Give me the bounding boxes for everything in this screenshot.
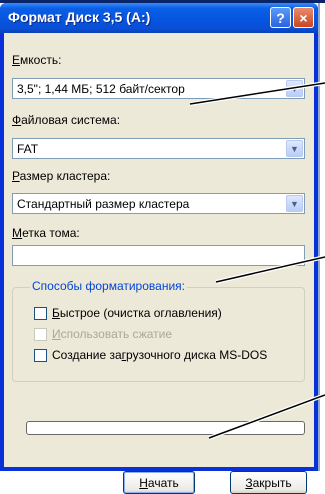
chevron-down-icon[interactable]: ▼ (286, 195, 303, 212)
compression-label: Использовать сжатие (52, 327, 173, 341)
close-button[interactable]: Закрыть (230, 471, 307, 494)
help-button[interactable]: ? (270, 7, 291, 28)
filesystem-value: FAT (17, 142, 39, 156)
quick-format-checkbox[interactable]: Быстрое (очистка оглавления) (34, 306, 222, 320)
checkbox-box[interactable] (34, 306, 47, 320)
dialog-client-area: Емкость: 3,5"; 1,44 МБ; 512 байт/сектор … (4, 33, 314, 494)
close-window-button[interactable]: × (293, 7, 314, 28)
format-options-title: Способы форматирования: (30, 279, 187, 293)
window-right-edge (318, 3, 320, 471)
quick-format-label: Быстрое (очистка оглавления) (52, 306, 222, 320)
cluster-label: Размер кластера: (12, 169, 111, 183)
filesystem-label: Файловая система: (12, 113, 121, 127)
format-dialog: Формат Диск 3,5 (A:) ? × Емкость: 3,5"; … (0, 3, 318, 494)
capacity-label: Емкость: (12, 53, 62, 67)
close-icon: × (299, 9, 308, 26)
window-title: Формат Диск 3,5 (A:) (8, 9, 151, 25)
start-button[interactable]: Начать (123, 471, 195, 494)
checkbox-box[interactable] (34, 348, 47, 362)
msdos-startup-checkbox[interactable]: Создание загрузочного диска MS-DOS (34, 348, 267, 362)
capacity-value: 3,5"; 1,44 МБ; 512 байт/сектор (17, 82, 185, 96)
cluster-value: Стандартный размер кластера (17, 197, 190, 211)
title-bar[interactable]: Формат Диск 3,5 (A:) ? × (0, 3, 318, 33)
chevron-down-icon[interactable]: ▼ (286, 140, 303, 157)
filesystem-select[interactable]: FAT ▼ (12, 138, 305, 159)
capacity-select[interactable]: 3,5"; 1,44 МБ; 512 байт/сектор ▼ (12, 78, 305, 99)
chevron-down-icon[interactable]: ▼ (286, 80, 303, 97)
volume-label-input[interactable] (12, 245, 305, 266)
help-icon: ? (276, 9, 285, 26)
checkbox-box (34, 327, 47, 341)
compression-checkbox: Использовать сжатие (34, 327, 172, 341)
cluster-select[interactable]: Стандартный размер кластера ▼ (12, 193, 305, 214)
volume-label: Метка тома: (12, 226, 80, 240)
msdos-startup-label: Создание загрузочного диска MS-DOS (52, 348, 268, 362)
format-progress-bar (26, 421, 305, 435)
